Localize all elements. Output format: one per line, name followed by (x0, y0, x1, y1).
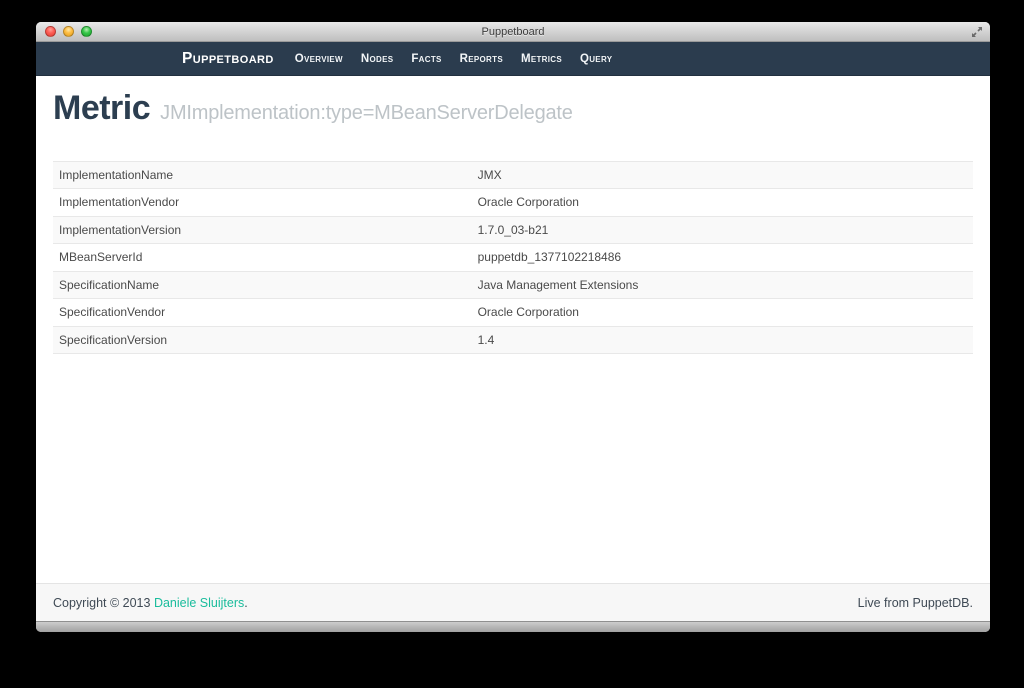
page-subtitle: JMImplementation:type=MBeanServerDelegat… (160, 102, 573, 124)
metric-key: SpecificationName (53, 271, 472, 299)
table-row: ImplementationVendor Oracle Corporation (53, 189, 973, 217)
metric-key: ImplementationName (53, 161, 472, 189)
metric-table: ImplementationName JMX ImplementationVen… (53, 161, 973, 355)
page-heading: Metric JMImplementation:type=MBeanServerD… (53, 88, 973, 129)
table-row: SpecificationName Java Management Extens… (53, 271, 973, 299)
nav-item-reports[interactable]: Reports (460, 53, 503, 65)
metric-key: SpecificationVendor (53, 299, 472, 327)
desktop-background: Puppetboard Puppetboard Overview Nodes F… (0, 0, 1024, 688)
table-row: ImplementationName JMX (53, 161, 973, 189)
metric-value: 1.4 (472, 326, 973, 354)
live-status-text: Live from PuppetDB. (858, 596, 973, 610)
page-footer: Copyright © 2013 Daniele Sluijters. Live… (36, 583, 990, 621)
app-window: Puppetboard Puppetboard Overview Nodes F… (36, 22, 990, 632)
author-link[interactable]: Daniele Sluijters (154, 596, 244, 610)
metric-key: ImplementationVendor (53, 189, 472, 217)
fullscreen-arrows-icon[interactable] (971, 26, 983, 38)
metric-key: ImplementationVersion (53, 216, 472, 244)
metric-value: JMX (472, 161, 973, 189)
metric-value: Oracle Corporation (472, 189, 973, 217)
window-titlebar[interactable]: Puppetboard (36, 22, 990, 42)
main-navbar: Puppetboard Overview Nodes Facts Reports… (36, 42, 990, 76)
table-row: SpecificationVendor Oracle Corporation (53, 299, 973, 327)
metric-key: SpecificationVersion (53, 326, 472, 354)
table-row: SpecificationVersion 1.4 (53, 326, 973, 354)
metric-value: 1.7.0_03-b21 (472, 216, 973, 244)
copyright-suffix: . (244, 596, 247, 610)
copyright-text: Copyright © 2013 Daniele Sluijters. (53, 596, 248, 610)
window-title: Puppetboard (36, 22, 990, 42)
metric-key: MBeanServerId (53, 244, 472, 272)
window-bottom-bar[interactable] (36, 621, 990, 632)
nav-item-metrics[interactable]: Metrics (521, 53, 562, 65)
nav-item-nodes[interactable]: Nodes (361, 53, 393, 65)
navbar-brand[interactable]: Puppetboard (182, 50, 274, 68)
metric-value: Oracle Corporation (472, 299, 973, 327)
nav-item-query[interactable]: Query (580, 53, 612, 65)
table-row: ImplementationVersion 1.7.0_03-b21 (53, 216, 973, 244)
table-row: MBeanServerId puppetdb_1377102218486 (53, 244, 973, 272)
copyright-prefix: Copyright © 2013 (53, 596, 154, 610)
nav-item-facts[interactable]: Facts (411, 53, 441, 65)
page-title: Metric (53, 89, 150, 127)
metric-value: Java Management Extensions (472, 271, 973, 299)
page-content: Metric JMImplementation:type=MBeanServerD… (36, 76, 990, 583)
nav-item-overview[interactable]: Overview (295, 53, 343, 65)
metric-value: puppetdb_1377102218486 (472, 244, 973, 272)
